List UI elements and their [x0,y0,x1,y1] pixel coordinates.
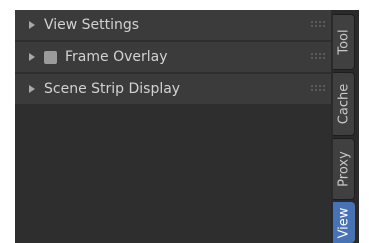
chevron-right-icon [29,53,35,61]
panel-view-settings[interactable]: View Settings [15,10,331,40]
drag-handle-icon[interactable] [311,53,325,59]
tab-proxy[interactable]: Proxy [333,138,355,200]
chevron-right-icon [29,21,35,29]
frame-overlay-checkbox[interactable] [44,51,57,64]
drag-handle-icon[interactable] [311,85,325,91]
chevron-right-icon [29,85,35,93]
sidebar-tab-strip: Tool Cache Proxy View [331,10,359,243]
sidebar-region: View Settings Frame Overlay Scene Strip … [0,0,369,243]
tab-label: Proxy [336,151,351,187]
panel-frame-overlay[interactable]: Frame Overlay [15,42,331,72]
tab-label: Cache [336,83,351,125]
tab-label: Tool [336,29,351,55]
panel-label: View Settings [44,17,140,33]
panel-label: Frame Overlay [65,49,168,65]
tab-label: View [336,207,351,238]
panel-list: View Settings Frame Overlay Scene Strip … [15,10,331,243]
tab-tool[interactable]: Tool [333,14,355,70]
panel-scene-strip-display[interactable]: Scene Strip Display [15,74,331,104]
panel-label: Scene Strip Display [44,81,181,97]
tab-cache[interactable]: Cache [333,72,355,136]
tab-view[interactable]: View [333,202,355,243]
drag-handle-icon[interactable] [311,21,325,27]
